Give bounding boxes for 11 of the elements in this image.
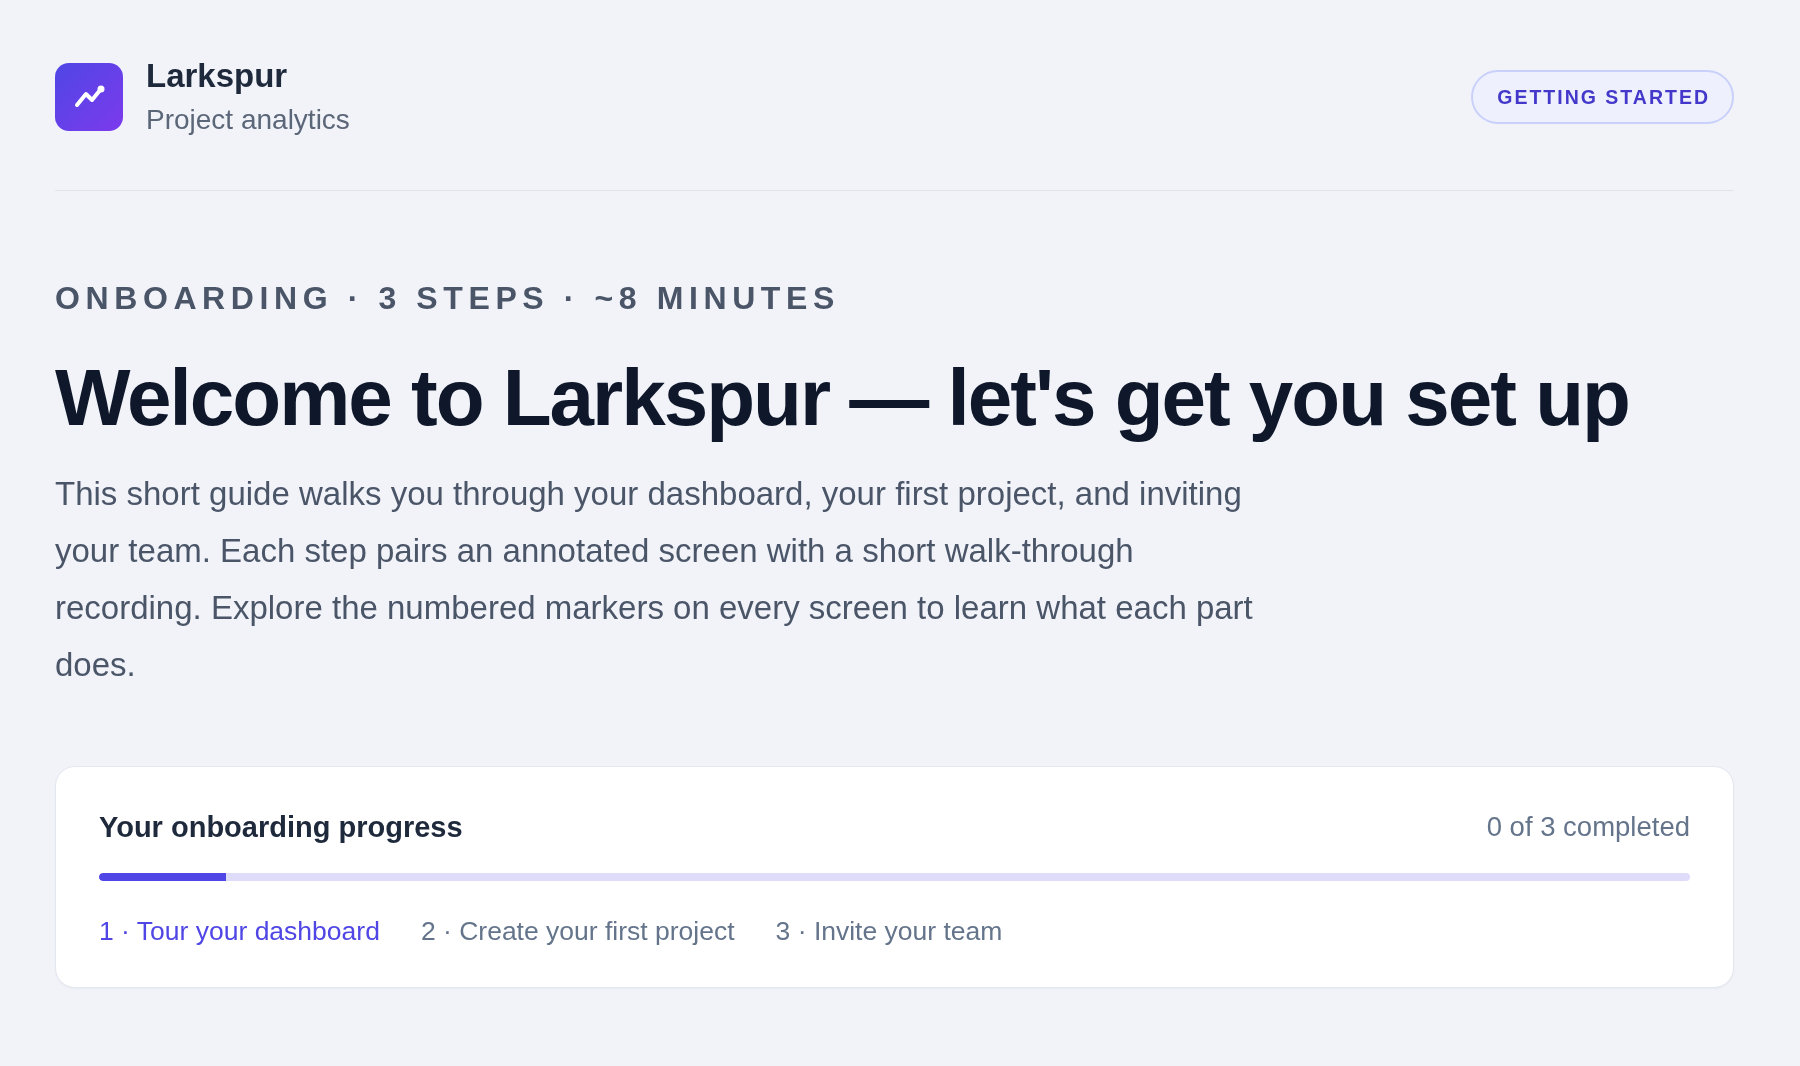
card-title: Your onboarding progress xyxy=(99,811,463,843)
intro-paragraph: This short guide walks you through your dashboard, your first project, and inviting your team. Each step pairs an annotated screen with a short walk-through recording. Explore the numbered markers on every screen to learn what each part does. xyxy=(55,474,1254,685)
step-link[interactable]: 3 · Invite your team xyxy=(775,915,1003,947)
eyebrow-text: ONBOARDING · 3 STEPS · ~8 MINUTES xyxy=(55,279,841,317)
step-link[interactable]: 2 · Create your first project xyxy=(420,915,735,947)
section-badge: GETTING STARTED xyxy=(1471,70,1734,124)
completion-count: 0 of 3 completed xyxy=(1486,811,1690,843)
step-link[interactable]: 1 · Tour your dashboard xyxy=(99,915,380,947)
brand-tagline: Project analytics xyxy=(146,104,350,136)
page-heading: Welcome to Larkspur — let's get you set up xyxy=(55,353,1630,443)
brand-name: Larkspur xyxy=(146,58,289,94)
